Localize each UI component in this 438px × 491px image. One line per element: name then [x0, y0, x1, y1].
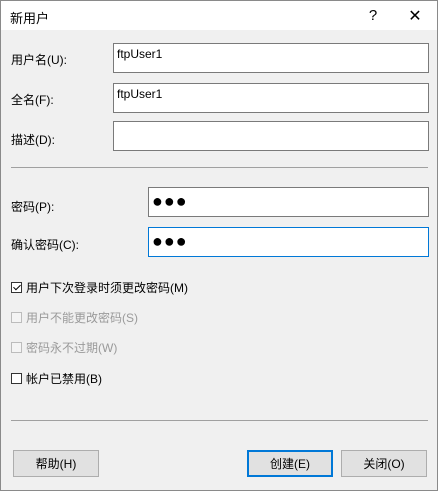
- option-label: 密码永不过期(W): [26, 341, 118, 355]
- checkbox-disabled: [11, 312, 22, 323]
- description-label: 描述(D):: [11, 133, 55, 147]
- username-field[interactable]: ftpUser1: [113, 43, 429, 73]
- checkbox-disabled: [11, 342, 22, 353]
- checkbox[interactable]: [11, 373, 22, 384]
- confirm-password-field[interactable]: ●●●: [148, 227, 429, 257]
- option-change-password-next-logon[interactable]: 用户下次登录时须更改密码(M): [11, 279, 188, 296]
- help-button[interactable]: 帮助(H): [13, 450, 99, 477]
- help-icon[interactable]: ?: [353, 1, 393, 30]
- username-label: 用户名(U):: [11, 53, 67, 67]
- close-icon[interactable]: ✕: [395, 1, 435, 30]
- create-button[interactable]: 创建(E): [247, 450, 333, 477]
- option-password-never-expires: 密码永不过期(W): [11, 339, 117, 356]
- separator-bottom: [11, 420, 428, 421]
- option-label: 用户下次登录时须更改密码(M): [26, 281, 188, 295]
- option-label: 帐户已禁用(B): [26, 372, 102, 386]
- description-field[interactable]: [113, 121, 429, 151]
- title-bar: 新用户 ? ✕: [1, 1, 437, 30]
- close-button[interactable]: 关闭(O): [341, 450, 427, 477]
- dialog-title: 新用户: [10, 11, 50, 26]
- password-field[interactable]: ●●●: [148, 187, 429, 217]
- fullname-label: 全名(F):: [11, 93, 54, 107]
- separator-top: [11, 167, 428, 168]
- new-user-dialog: 新用户 ? ✕ 用户名(U): ftpUser1 全名(F): ftpUser1…: [0, 0, 438, 491]
- option-label: 用户不能更改密码(S): [26, 311, 138, 325]
- fullname-field[interactable]: ftpUser1: [113, 83, 429, 113]
- password-label: 密码(P):: [11, 200, 55, 214]
- option-account-disabled[interactable]: 帐户已禁用(B): [11, 370, 102, 387]
- checkbox-checked[interactable]: [11, 282, 22, 293]
- option-cannot-change-password: 用户不能更改密码(S): [11, 309, 138, 326]
- confirm-password-label: 确认密码(C):: [11, 238, 79, 252]
